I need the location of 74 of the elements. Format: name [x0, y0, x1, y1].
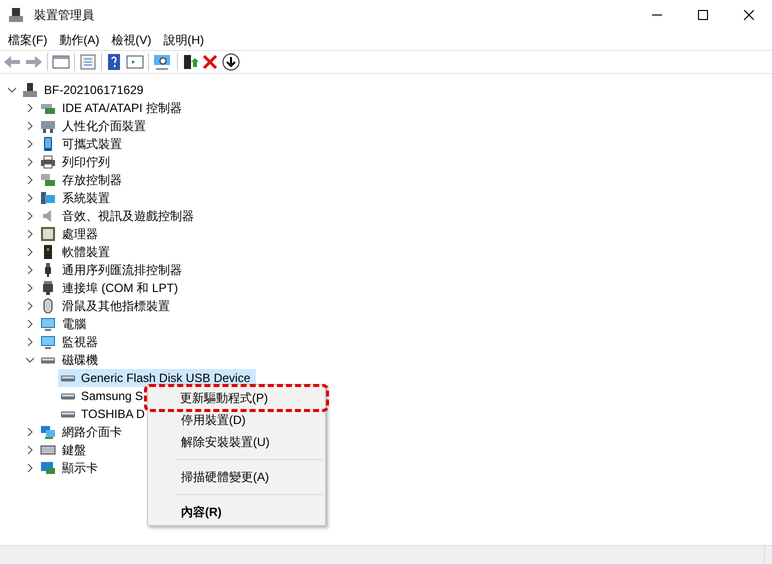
collapsed-chevron-icon[interactable] — [26, 212, 34, 220]
device-manager-icon — [8, 7, 24, 23]
tree-item[interactable]: 網路介面卡 — [62, 423, 122, 441]
tree-item[interactable]: 通用序列匯流排控制器 — [62, 261, 182, 279]
tree-item[interactable]: Generic Flash Disk USB Device — [58, 369, 256, 387]
help-icon[interactable] — [106, 54, 122, 70]
scan-monitor-icon[interactable] — [153, 54, 173, 70]
processor-icon — [40, 226, 56, 242]
tree-item[interactable]: 列印佇列 — [62, 153, 110, 171]
collapsed-chevron-icon[interactable] — [26, 122, 34, 130]
tree-item[interactable]: 連接埠 (COM 和 LPT) — [62, 279, 178, 297]
collapsed-chevron-icon[interactable] — [26, 266, 34, 274]
tree-item[interactable]: 磁碟機 — [62, 351, 98, 369]
collapsed-chevron-icon[interactable] — [26, 464, 34, 472]
menu-item[interactable]: 停用裝置(D) — [148, 409, 325, 431]
drive-icon — [60, 392, 76, 400]
menu-item[interactable]: 內容(R) — [148, 501, 325, 523]
tree-item[interactable]: 軟體裝置 — [62, 243, 110, 261]
close-x-icon[interactable] — [202, 54, 218, 70]
window-icon[interactable] — [126, 54, 144, 70]
tree-item[interactable]: 系統裝置 — [62, 189, 110, 207]
tree-item[interactable]: 電腦 — [62, 315, 86, 333]
display-card-icon — [40, 460, 56, 476]
tree-item[interactable]: 滑鼠及其他指標裝置 — [62, 297, 170, 315]
update-driver-icon[interactable] — [182, 54, 198, 70]
expanded-chevron-icon[interactable] — [8, 86, 16, 94]
tree-item[interactable]: 音效、視訊及遊戲控制器 — [62, 207, 194, 225]
menu-item[interactable]: 解除安裝裝置(U) — [148, 431, 325, 453]
menu-item[interactable]: 掃描硬體變更(A) — [148, 466, 325, 488]
menu-item[interactable]: 動作(A) — [53, 31, 106, 49]
collapsed-chevron-icon[interactable] — [26, 302, 34, 310]
tree-item[interactable]: 可攜式裝置 — [62, 135, 122, 153]
download-icon[interactable] — [222, 53, 240, 71]
tree-item[interactable]: IDE ATA/ATAPI 控制器 — [62, 99, 182, 117]
tree-item[interactable]: 鍵盤 — [62, 441, 86, 459]
tree-item[interactable]: Samsung S — [58, 387, 150, 405]
collapsed-chevron-icon[interactable] — [26, 248, 34, 256]
close-icon[interactable] — [744, 10, 754, 20]
network-icon — [40, 424, 56, 440]
tree-item[interactable]: 顯示卡 — [62, 459, 98, 477]
collapsed-chevron-icon[interactable] — [26, 446, 34, 454]
maximize-icon[interactable] — [698, 10, 708, 20]
tree-item[interactable]: 處理器 — [62, 225, 98, 243]
menu-item[interactable]: 檢視(V) — [105, 31, 158, 49]
collapsed-chevron-icon[interactable] — [26, 140, 34, 148]
collapsed-chevron-icon[interactable] — [26, 284, 34, 292]
computer-icon — [22, 82, 38, 98]
monitor-icon — [40, 334, 56, 350]
collapsed-chevron-icon[interactable] — [26, 158, 34, 166]
printer-icon — [40, 154, 56, 170]
monitor-icon — [40, 316, 56, 332]
collapsed-chevron-icon[interactable] — [26, 428, 34, 436]
tree-item[interactable]: BF-202106171629 — [44, 81, 144, 99]
window-title: 裝置管理員 — [34, 7, 94, 24]
storage-controller-icon — [40, 172, 56, 188]
drive-icon — [60, 374, 76, 382]
tree-item[interactable]: 存放控制器 — [62, 171, 122, 189]
collapsed-chevron-icon[interactable] — [26, 104, 34, 112]
collapsed-chevron-icon[interactable] — [26, 230, 34, 238]
collapsed-chevron-icon[interactable] — [26, 176, 34, 184]
expanded-chevron-icon[interactable] — [26, 356, 34, 364]
collapsed-chevron-icon[interactable] — [26, 320, 34, 328]
drive-icon — [60, 410, 76, 418]
system-icon — [40, 190, 56, 206]
collapsed-chevron-icon[interactable] — [26, 194, 34, 202]
menu-item[interactable]: 說明(H) — [157, 31, 210, 49]
tree-item[interactable]: 監視器 — [62, 333, 98, 351]
drive-icon — [40, 356, 56, 364]
collapsed-chevron-icon[interactable] — [26, 338, 34, 346]
menu-item[interactable]: 檔案(F) — [2, 31, 54, 49]
properties-sheet-icon[interactable] — [79, 54, 97, 70]
tree-item[interactable]: 人性化介面裝置 — [62, 117, 146, 135]
port-icon — [40, 280, 56, 296]
window-icon[interactable] — [52, 54, 70, 70]
